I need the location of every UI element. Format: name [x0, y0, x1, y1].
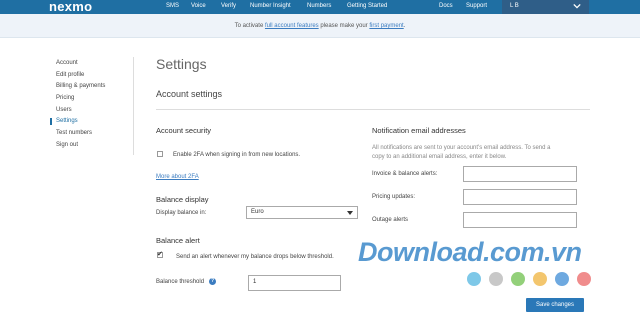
balance-alert-checkbox[interactable]	[157, 250, 163, 258]
chevron-down-icon	[573, 3, 581, 9]
section-divider	[156, 109, 590, 110]
sidebar-item-test-numbers[interactable]: Test numbers	[50, 128, 130, 140]
sidebar-item-billing[interactable]: Billing & payments	[50, 81, 130, 93]
top-navbar: nexmo SMS Voice Verify Number Insight Nu…	[0, 0, 640, 14]
outage-alerts-label: Outage alerts	[372, 217, 409, 223]
notification-desc-2: copy to an additional email address, ent…	[372, 154, 507, 160]
user-name: L B	[510, 3, 519, 9]
watermark-text: Download.com.vn	[358, 237, 582, 267]
threshold-value: 1	[253, 279, 257, 285]
nav-numbers[interactable]: Numbers	[307, 3, 331, 9]
notification-desc-1: All notifications are sent to your accou…	[372, 145, 551, 151]
watermark-dot-3	[511, 272, 525, 286]
full-account-features-link[interactable]: full account features	[265, 23, 319, 29]
nav-verify[interactable]: Verify	[221, 3, 236, 9]
nav-support[interactable]: Support	[466, 3, 487, 9]
invoice-alerts-label: Invoice & balance alerts:	[372, 171, 438, 177]
sidebar-item-sign-out[interactable]: Sign out	[50, 140, 130, 152]
pricing-updates-input[interactable]	[463, 189, 577, 205]
sidebar-item-settings[interactable]: Settings	[50, 116, 130, 128]
banner-text: To activate full account features please…	[234, 23, 406, 29]
first-payment-link[interactable]: first payment	[369, 23, 403, 29]
watermark-dot-1	[467, 272, 481, 286]
balance-threshold-label: Balance threshold	[156, 279, 205, 285]
nav-sms[interactable]: SMS	[166, 3, 179, 9]
balance-threshold-input[interactable]: 1	[248, 275, 341, 291]
help-icon[interactable]: ?	[209, 278, 216, 285]
sidebar-item-pricing[interactable]: Pricing	[50, 93, 130, 105]
invoice-alerts-input[interactable]	[463, 166, 577, 182]
display-balance-label: Display balance in:	[156, 210, 207, 216]
section-title: Account settings	[156, 89, 223, 99]
sidebar-item-account[interactable]: Account	[50, 58, 130, 70]
page-title: Settings	[156, 56, 207, 72]
account-security-heading: Account security	[156, 126, 212, 135]
save-changes-button[interactable]: Save changes	[526, 298, 584, 312]
2fa-label: Enable 2FA when signing in from new loca…	[173, 152, 301, 158]
notification-heading: Notification email addresses	[372, 126, 466, 135]
watermark-dot-2	[489, 272, 503, 286]
2fa-checkbox[interactable]	[157, 151, 163, 157]
nexmo-logo[interactable]: nexmo	[49, 0, 92, 14]
pricing-updates-label: Pricing updates:	[372, 194, 416, 200]
nav-voice[interactable]: Voice	[191, 3, 206, 9]
sidebar-item-edit-profile[interactable]: Edit profile	[50, 70, 130, 82]
watermark-dot-6	[577, 272, 591, 286]
nav-number-insight[interactable]: Number Insight	[250, 3, 291, 9]
currency-select[interactable]: Euro	[246, 206, 358, 219]
watermark-dot-5	[555, 272, 569, 286]
balance-alert-label: Send an alert whenever my balance drops …	[176, 254, 334, 260]
nav-docs[interactable]: Docs	[439, 3, 453, 9]
balance-alert-heading: Balance alert	[156, 236, 200, 245]
balance-display-heading: Balance display	[156, 195, 209, 204]
sidebar-divider	[133, 57, 134, 155]
nav-getting-started[interactable]: Getting Started	[347, 3, 387, 9]
watermark-dot-4	[533, 272, 547, 286]
currency-value: Euro	[251, 209, 264, 215]
more-about-2fa-link[interactable]: More about 2FA	[156, 174, 199, 180]
sidebar: Account Edit profile Billing & payments …	[50, 58, 130, 152]
payment-banner: To activate full account features please…	[0, 14, 640, 38]
user-menu[interactable]: L B	[502, 0, 589, 14]
dropdown-arrow-icon	[347, 211, 353, 215]
sidebar-item-users[interactable]: Users	[50, 105, 130, 117]
outage-alerts-input[interactable]	[463, 212, 577, 228]
